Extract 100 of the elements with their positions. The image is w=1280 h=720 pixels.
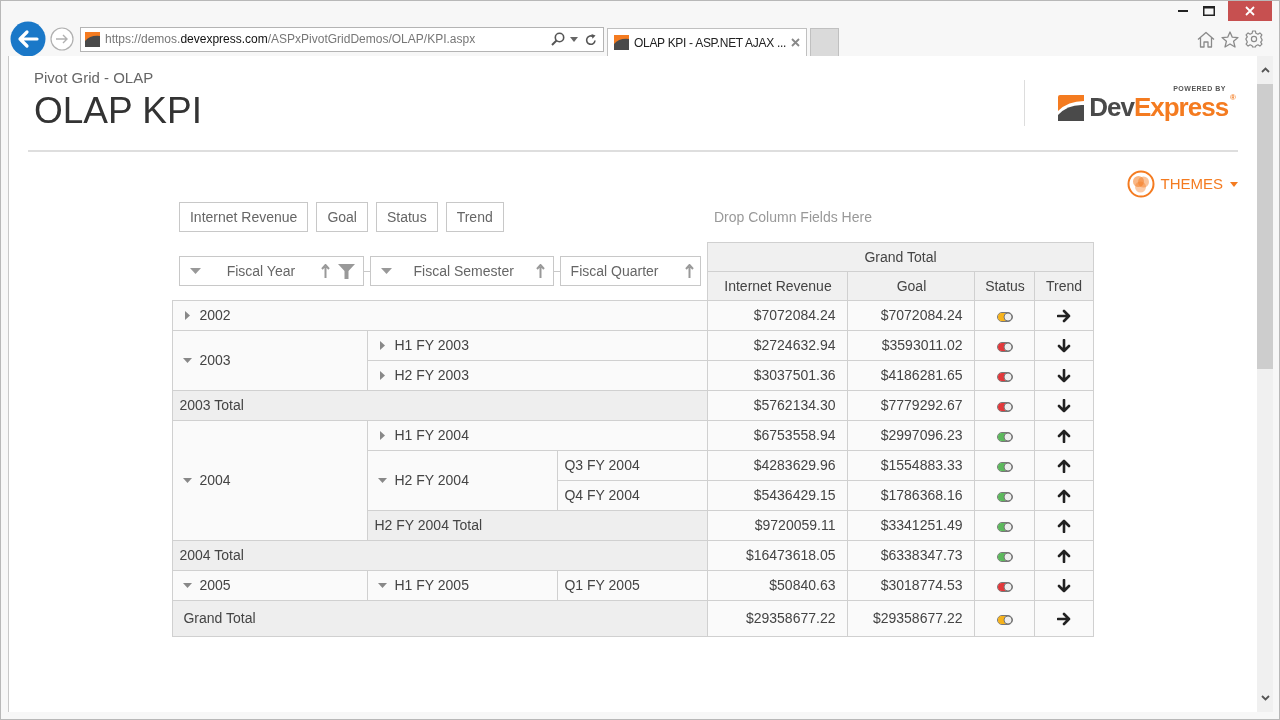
arrow-up-icon <box>1057 549 1071 564</box>
value-cell: $4186281.65 <box>848 360 975 391</box>
scroll-up-icon[interactable] <box>1260 67 1270 73</box>
arrow-right-icon <box>1057 612 1071 627</box>
drop-area-hint: Drop Column Fields Here <box>714 207 872 227</box>
row-label: Q1 FY 2005 <box>564 576 640 595</box>
logo-wordmark: DevExpress® <box>1089 93 1236 121</box>
row-label: Q4 FY 2004 <box>564 486 640 505</box>
grand-total-label: Grand Total <box>173 600 708 637</box>
row-label: 2003 <box>199 351 231 370</box>
arrow-up-icon <box>1057 429 1071 444</box>
arrow-right-icon <box>1057 309 1071 324</box>
collapse-arrow-icon[interactable] <box>183 358 193 363</box>
maximize-icon[interactable] <box>1203 6 1215 16</box>
value-cell: $6338347.73 <box>848 540 975 571</box>
row-field-button[interactable]: Fiscal Semester <box>369 256 554 287</box>
row-label: 2005 <box>199 576 231 595</box>
site-logo-icon <box>85 31 100 47</box>
filter-icon[interactable] <box>337 263 355 279</box>
measure-header: Internet Revenue <box>708 271 848 301</box>
row-total-label: H2 FY 2004 Total <box>368 510 708 541</box>
row-total-label: 2003 Total <box>173 390 708 421</box>
row-total-label: 2004 Total <box>173 540 708 571</box>
data-field-button[interactable]: Trend <box>445 202 504 232</box>
address-bar[interactable]: https://demos.devexpress.com/ASPxPivotGridDemos/OLAP/KPI.aspx <box>80 26 604 52</box>
row-label: H2 FY 2003 <box>394 366 469 385</box>
measure-header: Status <box>975 271 1035 301</box>
value-cell: $16473618.05 <box>708 540 848 571</box>
breadcrumb-text: Pivot Grid - OLAP <box>34 68 155 88</box>
browser-tab[interactable]: OLAP KPI - ASP.NET AJAX ... <box>607 28 807 56</box>
value-cell: $1554883.33 <box>848 450 975 481</box>
measure-header: Goal <box>848 271 975 301</box>
value-cell: $9720059.11 <box>708 510 848 541</box>
scrollbar-thumb[interactable] <box>1257 84 1273 369</box>
logo-mark-icon <box>1058 95 1085 121</box>
arrow-down-icon <box>1057 339 1071 354</box>
themes-icon <box>1127 170 1156 198</box>
value-cell: $29358677.22 <box>708 600 848 637</box>
settings-icon[interactable] <box>1245 30 1263 48</box>
arrow-up-icon <box>1057 519 1071 534</box>
value-cell: $7072084.24 <box>848 300 975 331</box>
expand-arrow-icon[interactable] <box>380 431 386 440</box>
collapse-arrow-icon[interactable] <box>378 583 388 588</box>
star-icon[interactable] <box>1221 30 1239 48</box>
close-button[interactable] <box>1228 1 1272 21</box>
row-label: H1 FY 2005 <box>394 576 469 595</box>
measure-header: Trend <box>1035 271 1093 301</box>
vertical-scrollbar[interactable] <box>1257 56 1273 712</box>
data-field-button[interactable]: Goal <box>316 202 368 232</box>
value-cell: $3018774.53 <box>848 570 975 601</box>
expand-arrow-icon[interactable] <box>380 341 386 350</box>
value-cell: $4283629.96 <box>708 450 848 481</box>
scroll-down-icon[interactable] <box>1260 695 1270 701</box>
data-field-button[interactable]: Internet Revenue <box>179 202 309 232</box>
collapse-arrow-icon[interactable] <box>378 478 388 483</box>
value-cell: $5762134.30 <box>708 390 848 421</box>
caret-down-icon[interactable] <box>190 268 201 275</box>
row-label: 2002 <box>199 306 231 325</box>
row-label: H2 FY 2004 <box>394 471 469 490</box>
search-icon[interactable] <box>551 32 565 46</box>
value-cell: $29358677.22 <box>848 600 975 637</box>
value-cell: $3593011.02 <box>848 330 975 361</box>
arrow-up-icon <box>1057 459 1071 474</box>
arrow-up-icon <box>1057 489 1071 504</box>
arrow-down-icon <box>1057 369 1071 384</box>
refresh-icon[interactable] <box>585 32 597 46</box>
column-header: Grand Total <box>708 242 1093 272</box>
row-label: 2004 <box>199 471 231 490</box>
value-cell: $2997096.23 <box>848 420 975 451</box>
value-cell: $7779292.67 <box>848 390 975 421</box>
expand-arrow-icon[interactable] <box>380 371 386 380</box>
collapse-arrow-icon[interactable] <box>183 583 193 588</box>
row-field-button[interactable]: Fiscal Year <box>179 256 364 287</box>
value-cell: $3037501.36 <box>708 360 848 391</box>
collapse-arrow-icon[interactable] <box>183 478 193 483</box>
row-label: H1 FY 2004 <box>394 426 469 445</box>
caret-down-icon[interactable] <box>380 268 392 275</box>
site-logo-icon <box>614 35 629 50</box>
page-title: OLAP KPI <box>34 89 202 133</box>
sort-up-arrow-icon[interactable] <box>685 264 695 279</box>
close-icon[interactable] <box>791 38 800 47</box>
row-label: H1 FY 2003 <box>394 336 469 355</box>
value-cell: $2724632.94 <box>708 330 848 361</box>
sort-up-arrow-icon[interactable] <box>320 264 330 279</box>
value-cell: $1786368.16 <box>848 480 975 511</box>
sort-up-arrow-icon[interactable] <box>535 264 545 279</box>
value-cell: $7072084.24 <box>708 300 848 331</box>
value-cell: $50840.63 <box>708 570 848 601</box>
row-label: Q3 FY 2004 <box>564 456 640 475</box>
caret-down-icon[interactable] <box>1230 181 1238 187</box>
arrow-down-icon <box>1057 399 1071 414</box>
value-cell: $5436429.15 <box>708 480 848 511</box>
data-field-button[interactable]: Status <box>375 202 438 232</box>
home-icon[interactable] <box>1197 30 1215 48</box>
expand-arrow-icon[interactable] <box>185 311 191 320</box>
dropdown-caret-icon[interactable] <box>570 36 578 42</box>
arrow-down-icon <box>1057 579 1071 594</box>
value-cell: $3341251.49 <box>848 510 975 541</box>
value-cell: $6753558.94 <box>708 420 848 451</box>
row-field-button[interactable]: Fiscal Quarter <box>559 256 702 287</box>
